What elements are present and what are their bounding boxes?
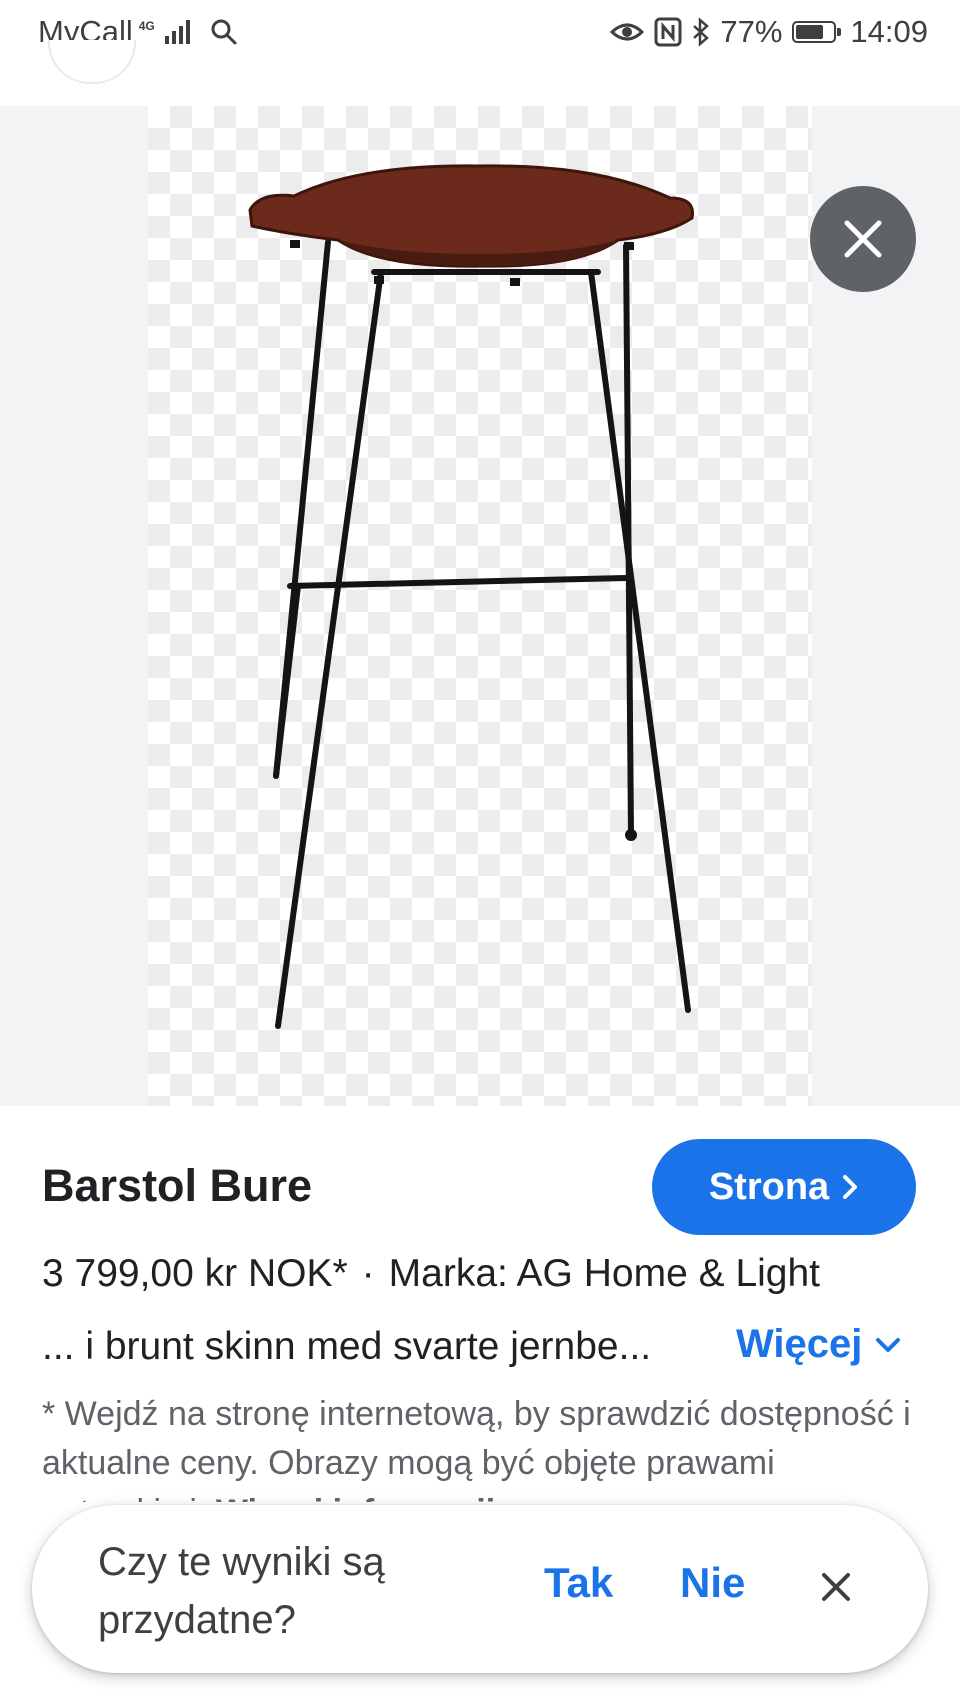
network-type: 4G [138,19,155,33]
close-icon [844,220,882,258]
more-button[interactable]: Więcej [736,1322,902,1367]
feedback-close-button[interactable] [812,1563,860,1611]
image-viewer [0,106,960,1106]
chevron-down-icon [876,1337,901,1352]
eye-icon [610,20,645,44]
product-image[interactable] [148,106,812,1106]
close-viewer-button[interactable] [810,186,916,292]
status-bar: MyCall 4G 77% 14:09 [0,0,960,68]
product-description: ... i brunt skinn med svarte jernbe... [42,1325,652,1368]
bluetooth-icon [692,17,710,47]
battery-icon [792,21,842,43]
status-bar-right: 77% 14:09 [610,14,928,50]
search-icon [210,18,238,46]
battery-percent: 77% [720,14,783,49]
feedback-yes-button[interactable]: Tak [544,1559,613,1607]
product-price: 3 799,00 kr NOK* [42,1252,348,1295]
more-label: Więcej [736,1322,863,1366]
feedback-question: Czy te wyniki są przydatne? [98,1540,385,1642]
signal-icon [164,20,190,44]
avatar [48,40,136,84]
more-info-link[interactable]: Więcej informacji [216,1493,495,1502]
visit-site-label: Strona [708,1165,830,1208]
product-title: Barstol Bure [42,1160,313,1211]
clock: 14:09 [850,14,928,49]
product-brand: Marka: AG Home & Light [388,1252,821,1295]
feedback-card: Czy te wyniki są przydatne? Tak Nie [32,1505,928,1673]
product-meta: 3 799,00 kr NOK* · Marka: AG Home & Light [42,1252,820,1296]
disclaimer: * Wejdź na stronę internetową, by sprawd… [42,1390,922,1502]
visit-site-button[interactable]: Strona [652,1139,916,1235]
feedback-no-button[interactable]: Nie [680,1559,745,1607]
disclaimer-text: * Wejdź na stronę internetową, by sprawd… [42,1395,911,1502]
chevron-right-icon [843,1175,858,1199]
nfc-icon [654,17,682,47]
close-icon [822,1573,850,1601]
meta-separator: · [361,1252,375,1295]
